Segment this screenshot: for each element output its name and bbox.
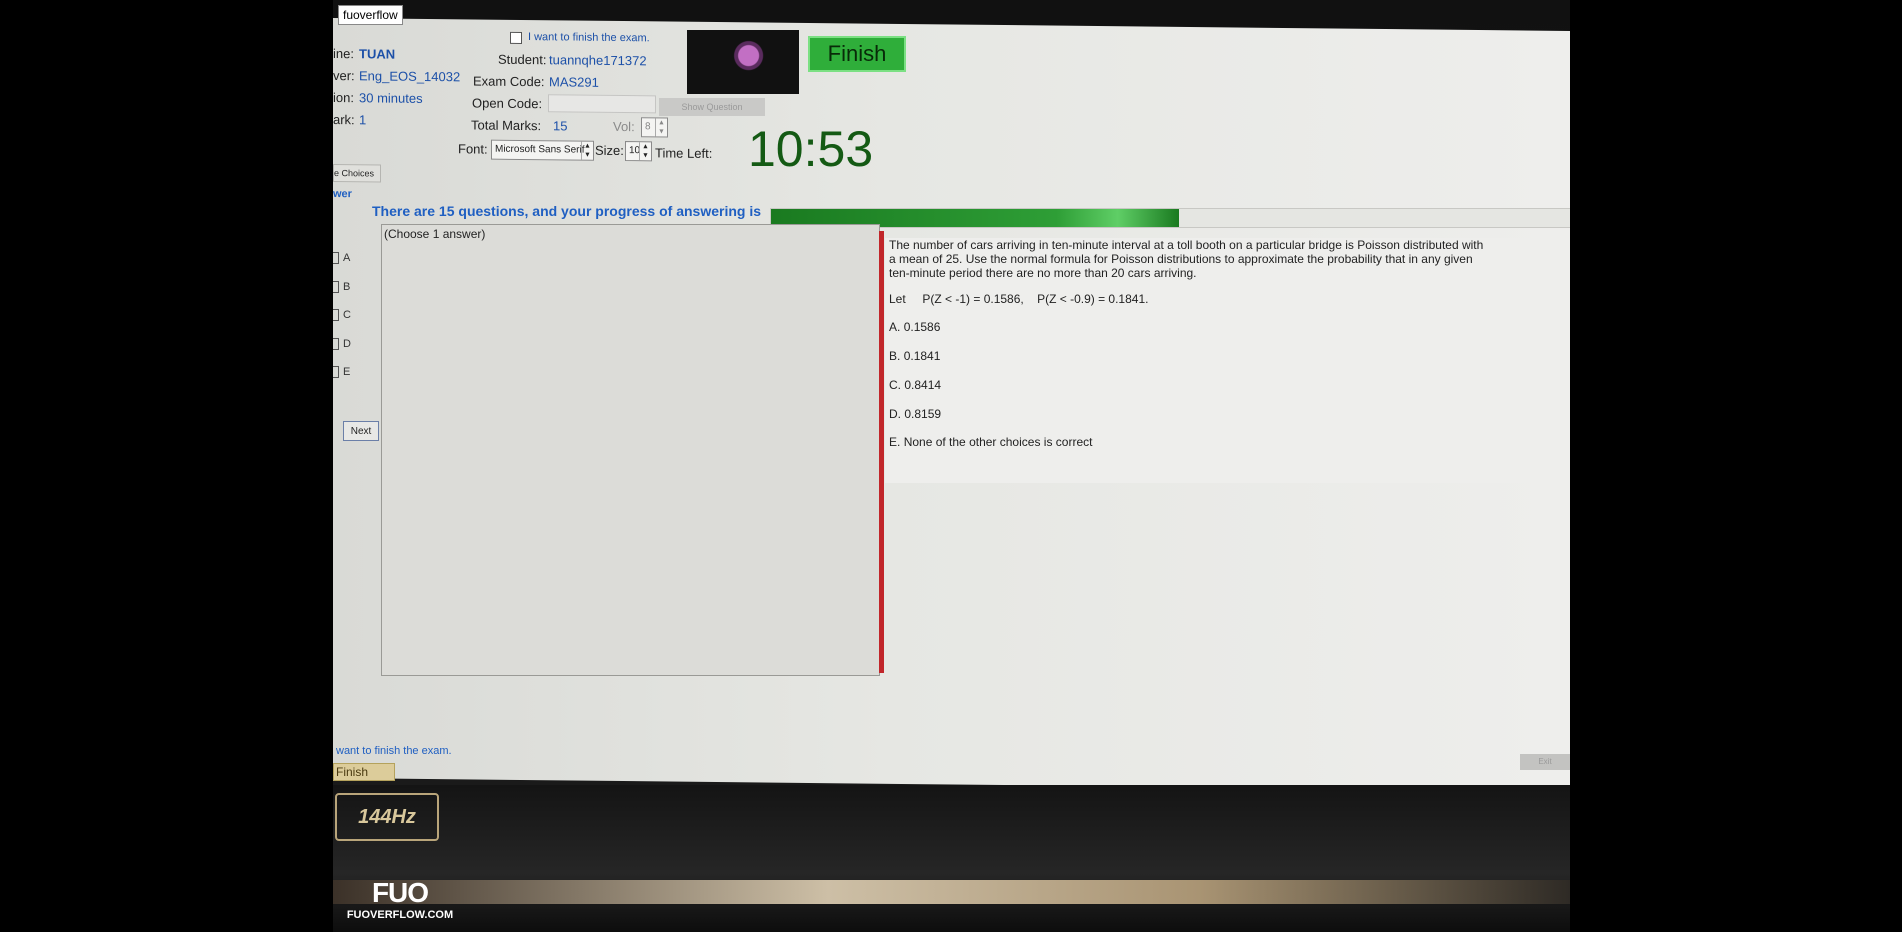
- machine-value: TUAN: [359, 46, 396, 62]
- fuo-watermark-logo: FUO FUOVERFLOW.COM: [345, 878, 455, 932]
- choice-c-label: C: [343, 309, 351, 321]
- option-d-text: 0.8159: [904, 407, 942, 421]
- choice-c-checkbox[interactable]: C: [333, 309, 351, 322]
- choice-e-label: E: [343, 366, 351, 378]
- student-label: Student:: [498, 51, 547, 68]
- font-spinner-arrows-icon[interactable]: ▲ ▼: [581, 141, 593, 160]
- laptop-bezel: [333, 785, 1570, 932]
- font-selector[interactable]: Microsoft Sans Serif ▲ ▼: [491, 139, 594, 161]
- option-a-letter: A.: [889, 320, 901, 334]
- answer-pane: (Choose 1 answer): [381, 224, 880, 676]
- mark-value: 1: [359, 112, 367, 128]
- duration-value: 30 minutes: [359, 90, 423, 106]
- laptop-hinge: [333, 880, 1570, 904]
- vol-spinner[interactable]: 8 ▲ ▼: [641, 117, 668, 138]
- pane-splitter[interactable]: [879, 231, 884, 673]
- font-label: Font:: [458, 141, 488, 157]
- progress-text: There are 15 questions, and your progres…: [372, 203, 761, 219]
- size-spinner-arrows-icon[interactable]: ▲ ▼: [639, 142, 651, 161]
- option-c: C. 0.8414: [889, 378, 941, 392]
- vol-value: 8: [645, 121, 651, 133]
- time-left-label: Time Left:: [655, 145, 713, 161]
- question-pane: The number of cars arriving in ten-minut…: [885, 238, 1540, 483]
- progress-bar: [770, 208, 1570, 228]
- finish-bottom-button[interactable]: Finish: [333, 763, 395, 781]
- option-e-text: None of the other choices is correct: [903, 435, 1093, 449]
- option-a: A. 0.1586: [889, 320, 940, 334]
- finish-exam-footer-text: want to finish the exam.: [336, 745, 452, 757]
- fuo-logo-mark: FUO: [371, 877, 429, 908]
- fuo-logo-site: FUOVERFLOW.COM: [346, 909, 454, 921]
- size-spinner[interactable]: 10 ▲ ▼: [625, 141, 652, 162]
- laptop-photo: ine: TUAN ver: Eng_EOS_14032 ion: 30 min…: [333, 0, 1570, 932]
- choice-b-label: B: [343, 281, 351, 293]
- site-tag: fuoverflow: [338, 5, 403, 25]
- exam-image: [687, 30, 799, 94]
- exam-code-label: Exam Code:: [473, 73, 545, 90]
- option-c-letter: C.: [889, 378, 901, 392]
- option-b-letter: B.: [889, 349, 901, 363]
- vol-spinner-arrows-icon[interactable]: ▲ ▼: [655, 118, 667, 137]
- option-a-text: 0.1586: [903, 320, 941, 334]
- tab-choices[interactable]: e Choices: [333, 164, 381, 183]
- question-let-line: Let P(Z < -1) = 0.1586, P(Z < -0.9) = 0.…: [889, 292, 1149, 306]
- next-button[interactable]: Next: [343, 421, 379, 441]
- option-e: E. None of the other choices is correct: [889, 435, 1092, 449]
- option-b: B. 0.1841: [889, 349, 940, 363]
- choice-e-checkbox[interactable]: E: [333, 366, 351, 379]
- choice-b-checkbox[interactable]: B: [333, 281, 351, 294]
- duration-label: ion:: [333, 90, 354, 106]
- choice-a-checkbox[interactable]: A: [333, 252, 351, 265]
- option-d-letter: D.: [889, 407, 901, 421]
- choice-d-checkbox[interactable]: D: [333, 338, 351, 351]
- server-label: ver:: [333, 68, 355, 84]
- option-d: D. 0.8159: [889, 407, 941, 421]
- finish-exam-checkbox-label: I want to finish the exam.: [528, 31, 650, 45]
- choice-a-label: A: [343, 252, 351, 264]
- open-code-label: Open Code:: [472, 95, 543, 112]
- answer-header: wer: [333, 188, 352, 201]
- answer-instruction: (Choose 1 answer): [384, 227, 486, 241]
- student-value: tuannqhe171372: [549, 52, 647, 69]
- exam-code-value: MAS291: [549, 74, 599, 90]
- machine-label: ine:: [333, 46, 354, 62]
- show-question-button[interactable]: Show Question: [659, 98, 765, 116]
- vol-label: Vol:: [613, 118, 635, 135]
- finish-button[interactable]: Finish: [808, 36, 906, 72]
- mark-label: ark:: [333, 112, 355, 128]
- server-value: Eng_EOS_14032: [359, 68, 461, 85]
- font-value: Microsoft Sans Serif: [495, 143, 585, 156]
- option-e-letter: E.: [889, 435, 901, 449]
- finish-exam-checkbox[interactable]: [510, 31, 522, 44]
- total-marks-label: Total Marks:: [471, 117, 542, 134]
- choice-d-label: D: [343, 338, 351, 350]
- size-label: Size:: [595, 142, 624, 159]
- total-marks-value: 15: [553, 118, 568, 134]
- option-c-text: 0.8414: [904, 378, 942, 392]
- option-b-text: 0.1841: [903, 349, 941, 363]
- open-code-input[interactable]: [548, 94, 656, 114]
- time-left-value: 10:53: [748, 121, 874, 177]
- refresh-rate-badge: 144Hz: [335, 793, 439, 841]
- exit-button[interactable]: Exit: [1520, 754, 1570, 770]
- question-text: The number of cars arriving in ten-minut…: [889, 238, 1484, 280]
